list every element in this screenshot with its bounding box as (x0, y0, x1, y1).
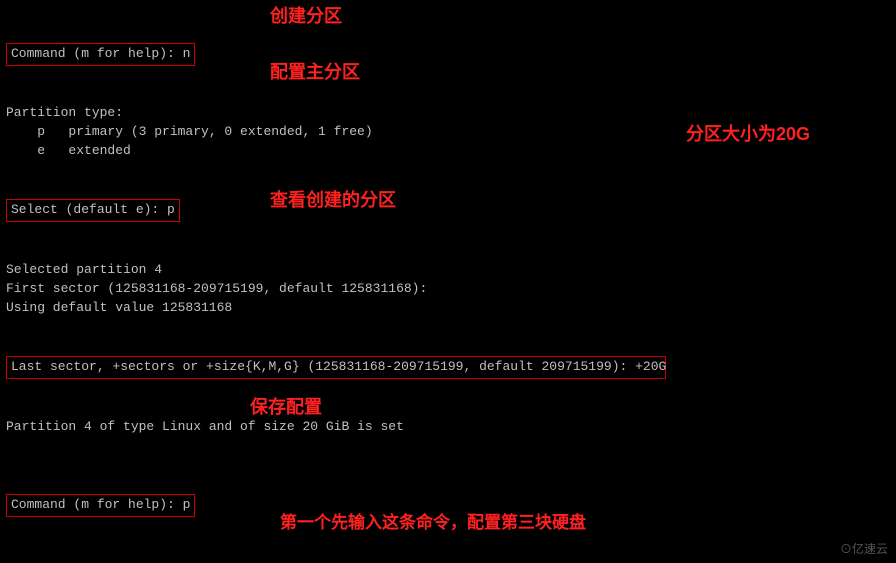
line-cmd1: Command (m for help): n (6, 4, 890, 104)
annotation-create-partition: 创建分区 (270, 2, 342, 28)
line-last-sector: Last sector, +sectors or +size{K,M,G} (1… (6, 318, 890, 418)
line-selected: Selected partition 4 (6, 261, 890, 280)
annotation-first-cmd: 第一个先输入这条命令，配置第三块硬盘 (280, 508, 586, 533)
cmd-box-1: Command (m for help): n (6, 43, 195, 66)
terminal-window: Command (m for help): n 创建分区 Partition t… (0, 0, 896, 563)
cmd-box-4: Command (m for help): p (6, 494, 195, 517)
line-first-sector: First sector (125831168-209715199, defau… (6, 280, 890, 299)
cmd-box-2: Select (default e): p (6, 199, 180, 222)
line-using-default: Using default value 125831168 (6, 299, 890, 318)
line-blank2 (6, 556, 890, 563)
line-blank1 (6, 437, 890, 456)
annotation-size-20g: 分区大小为20G (686, 120, 810, 146)
annotation-config-primary: 配置主分区 (270, 58, 360, 84)
cmd-box-3: Last sector, +sectors or +size{K,M,G} (1… (6, 356, 666, 379)
watermark: ⊙亿速云 (840, 540, 888, 557)
line-cmd3: Command (m for help): p (6, 455, 890, 555)
line-cmd2: Select (default e): p (6, 161, 890, 261)
line-part-set: Partition 4 of type Linux and of size 20… (6, 418, 890, 437)
annotation-view-partition: 查看创建的分区 (270, 186, 396, 212)
annotation-save-config: 保存配置 (250, 393, 322, 419)
